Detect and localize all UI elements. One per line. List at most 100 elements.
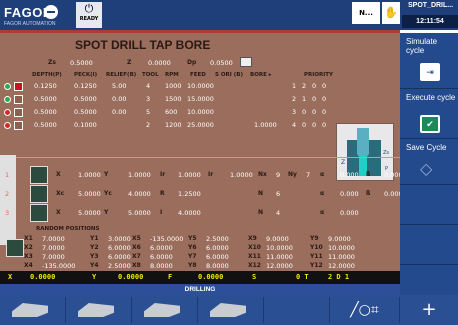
softkey-f5[interactable] [264,297,330,323]
operation-peck[interactable]: 0.1000 [74,121,97,129]
random-value[interactable]: -135.0000 [150,235,183,243]
pattern-a-val[interactable]: 5.0000 [78,190,101,198]
operation-priority[interactable]: 0 [312,121,316,129]
random-value[interactable]: 6.0000 [150,253,173,261]
random-value[interactable]: 6.0000 [108,253,131,261]
mode-button[interactable]: N... [352,2,380,24]
softkey-f1[interactable] [0,297,66,323]
random-value[interactable]: 11.0000 [266,253,293,261]
random-value[interactable]: 6.0000 [206,253,229,261]
operation-priority[interactable]: 0 [302,108,306,116]
random-value[interactable]: 6.0000 [150,244,173,252]
pattern-f-val[interactable]: 7 [306,171,310,179]
operation-depth[interactable]: 0.5000 [34,108,57,116]
operation-priority[interactable]: 0 [312,82,316,90]
operation-tool[interactable]: 2 [146,121,150,129]
operation-tool[interactable]: 5 [146,108,150,116]
random-value[interactable]: 7.0000 [42,235,65,243]
softkey-f3[interactable] [132,297,198,323]
operation-tool[interactable]: 4 [146,82,150,90]
operation-priority[interactable]: 0 [322,95,326,103]
operation-priority[interactable]: 3 [292,108,296,116]
operation-status-led[interactable] [4,96,11,103]
z-value[interactable]: 0.0000 [148,59,171,67]
pattern-a-val[interactable]: 5.0000 [78,209,101,217]
pattern-c-val[interactable]: 1.2500 [178,190,201,198]
softkey-f2[interactable] [66,297,132,323]
softkey-empty-1[interactable] [400,185,458,225]
operation-priority[interactable]: 1 [302,95,306,103]
operation-relief[interactable]: 0.00 [112,95,126,103]
pattern-b-val[interactable]: 5.0000 [128,209,151,217]
power-button[interactable]: ⏻ READY [76,2,102,28]
random-value[interactable]: 11.0000 [328,253,355,261]
operation-peck[interactable]: 0.5000 [74,108,97,116]
pattern-b-val[interactable]: 1.0000 [128,171,151,179]
random-value[interactable]: -135.0000 [42,262,75,270]
simulate-cycle-button[interactable]: Simulate cycle ⇥ [400,33,458,89]
operation-sori[interactable]: 1.0000 [254,121,277,129]
operation-feed[interactable]: 10.0000 [187,82,214,90]
pattern-type-icon[interactable] [30,166,48,184]
dp-value[interactable]: 0.0500 [210,59,233,67]
random-value[interactable]: 2.5000 [108,262,131,270]
pattern-h-val[interactable]: 0.000 [384,171,400,179]
operation-priority[interactable]: 1 [292,82,296,90]
random-value[interactable]: 7.0000 [42,253,65,261]
random-value[interactable]: 12.0000 [328,262,355,270]
operation-priority[interactable]: 0 [312,95,316,103]
random-value[interactable]: 9.0000 [328,235,351,243]
operation-priority[interactable]: 2 [292,95,296,103]
pattern-g-val[interactable]: 0.000 [340,209,359,217]
operation-rpm[interactable]: 1200 [165,121,182,129]
operation-select-checkbox[interactable] [14,95,23,104]
plus-icon[interactable]: + [400,297,458,323]
execute-cycle-button[interactable]: Execute cycle ✔ [400,89,458,139]
pattern-d-val[interactable]: 1.0000 [230,171,253,179]
random-value[interactable]: 8.0000 [150,262,173,270]
operation-select-checkbox[interactable] [14,121,23,130]
operation-select-checkbox[interactable] [14,108,23,117]
pattern-b-val[interactable]: 4.0000 [128,190,151,198]
pattern-e-val[interactable]: 9 [276,171,280,179]
operation-feed[interactable]: 25.0000 [187,121,214,129]
operation-feed[interactable]: 10.0000 [187,108,214,116]
random-value[interactable]: 12.0000 [266,262,293,270]
softkey-f4[interactable] [198,297,264,323]
zs-value[interactable]: 0.5000 [70,59,93,67]
operation-depth[interactable]: 0.1250 [34,82,57,90]
pattern-g-val[interactable]: 0.000 [340,171,359,179]
random-value[interactable]: 10.0000 [328,244,355,252]
operation-priority[interactable]: 0 [312,108,316,116]
operation-tool[interactable]: 3 [146,95,150,103]
save-cycle-button[interactable]: Save Cycle ◇ [400,139,458,185]
random-value[interactable]: 2.5000 [206,235,229,243]
hand-icon[interactable]: ✋ [382,2,400,24]
operation-feed[interactable]: 15.0000 [187,95,214,103]
operation-priority[interactable]: 0 [302,121,306,129]
operation-rpm[interactable]: 600 [165,108,177,116]
operation-peck[interactable]: 0.5000 [74,95,97,103]
operation-status-led[interactable] [4,122,11,129]
operation-relief[interactable]: 5.00 [112,82,126,90]
random-value[interactable]: 3.0000 [108,235,131,243]
operation-priority[interactable]: 0 [322,82,326,90]
operation-priority[interactable]: 0 [322,108,326,116]
pattern-c-val[interactable]: 1.0000 [178,171,201,179]
random-value[interactable]: 10.0000 [266,244,293,252]
pattern-type-icon[interactable] [30,185,48,203]
operation-rpm[interactable]: 1500 [165,95,182,103]
random-value[interactable]: 8.0000 [206,262,229,270]
operation-select-checkbox[interactable] [14,82,23,91]
grid-icon[interactable]: ╱○⌗ [330,297,400,323]
random-value[interactable]: 9.0000 [266,235,289,243]
softkey-empty-2[interactable] [400,225,458,265]
random-grid-icon[interactable] [6,239,24,257]
random-value[interactable]: 7.0000 [42,244,65,252]
cycle-type-icon[interactable] [240,57,252,67]
operation-priority[interactable]: 0 [322,121,326,129]
pattern-e-val[interactable]: 4 [276,209,280,217]
operation-status-led[interactable] [4,83,11,90]
pattern-type-icon[interactable] [30,204,48,222]
pattern-a-val[interactable]: 1.0000 [78,171,101,179]
